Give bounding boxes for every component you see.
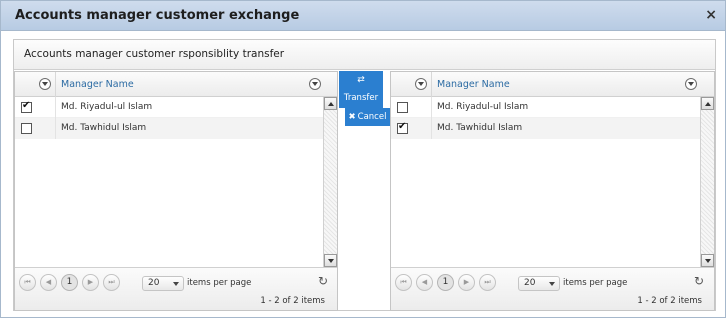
cancel-label: Cancel [357,112,387,122]
transfer-panel: Accounts manager customer rsponsiblity t… [13,39,716,311]
column-divider [431,72,432,97]
panel-header: Accounts manager customer rsponsiblity t… [14,40,715,70]
page-size-value: 20 [524,278,536,288]
current-page-number[interactable]: 1 [61,274,78,291]
left-manager-name-header[interactable]: Manager Name [61,79,134,90]
close-icon[interactable]: × [705,7,717,23]
items-per-page-label: items per page [187,278,252,288]
manager-name-cell: Md. Riyadul-ul Islam [437,102,529,112]
refresh-icon[interactable]: ↻ [694,274,704,288]
page-size-select[interactable]: 20 [518,276,560,291]
table-row[interactable]: Md. Tawhidul Islam [15,118,323,139]
filter-icon[interactable] [309,78,321,90]
prev-page-icon[interactable]: ◀ [40,274,57,291]
first-page-icon[interactable]: ⏮ [395,274,412,291]
right-manager-grid: Manager Name Md. Riyadul-ul Islam Md. Ta… [390,71,715,311]
refresh-icon[interactable]: ↻ [318,274,328,288]
left-manager-grid: Manager Name Md. Riyadul-ul Islam Md. Ta… [14,71,338,311]
scroll-up-icon[interactable] [701,97,714,110]
filter-icon[interactable] [415,78,427,90]
transfer-button[interactable]: ⇄ Transfer [339,71,383,108]
row-checkbox[interactable] [397,121,408,134]
manager-name-cell: Md. Tawhidul Islam [61,123,147,133]
right-manager-name-header[interactable]: Manager Name [437,79,510,90]
manager-name-cell: Md. Tawhidul Islam [437,123,523,133]
row-checkbox[interactable] [21,100,32,113]
chevron-down-icon [549,282,555,286]
right-grid-header: Manager Name [391,72,714,97]
vertical-scrollbar[interactable] [323,97,337,267]
left-grid-pager: ⏮ ◀ 1 ▶ ⏭ 20 items per page ↻ 1 - 2 of 2… [15,267,337,310]
table-row[interactable]: Md. Riyadul-ul Islam [15,97,323,118]
next-page-icon[interactable]: ▶ [458,274,475,291]
dialog-titlebar: Accounts manager customer exchange × [1,1,725,31]
manager-name-cell: Md. Riyadul-ul Islam [61,102,153,112]
scroll-down-icon[interactable] [701,254,714,267]
vertical-scrollbar[interactable] [700,97,714,267]
filter-icon[interactable] [39,78,51,90]
next-page-icon[interactable]: ▶ [82,274,99,291]
items-per-page-label: items per page [563,278,628,288]
dialog-window: Accounts manager customer exchange × Acc… [0,0,726,318]
scroll-up-icon[interactable] [324,97,337,110]
column-divider [55,72,56,97]
column-divider [431,118,432,139]
scroll-down-icon[interactable] [324,254,337,267]
close-icon: ✖ [348,112,356,122]
chevron-down-icon [173,282,179,286]
row-checkbox[interactable] [397,102,408,113]
panel-subtitle: Accounts manager customer rsponsiblity t… [24,48,285,60]
right-grid-pager: ⏮ ◀ 1 ▶ ⏭ 20 items per page ↻ 1 - 2 of 2… [391,267,714,310]
column-divider [55,118,56,139]
first-page-icon[interactable]: ⏮ [19,274,36,291]
column-divider [55,97,56,118]
transfer-icon: ⇄ [357,75,365,85]
dialog-title: Accounts manager customer exchange [15,8,300,23]
column-divider [431,97,432,118]
filter-icon[interactable] [685,78,697,90]
transfer-actions: ⇄ Transfer ✖ Cancel [339,71,390,311]
last-page-icon[interactable]: ⏭ [103,274,120,291]
page-size-select[interactable]: 20 [142,276,184,291]
page-size-value: 20 [148,278,160,288]
last-page-icon[interactable]: ⏭ [479,274,496,291]
transfer-label: Transfer [343,93,379,103]
current-page-number[interactable]: 1 [437,274,454,291]
pager-info: 1 - 2 of 2 items [260,296,325,306]
prev-page-icon[interactable]: ◀ [416,274,433,291]
left-grid-header: Manager Name [15,72,337,97]
row-checkbox[interactable] [21,123,32,134]
cancel-button[interactable]: ✖ Cancel [345,108,390,126]
table-row[interactable]: Md. Riyadul-ul Islam [391,97,700,118]
table-row[interactable]: Md. Tawhidul Islam [391,118,700,139]
pager-info: 1 - 2 of 2 items [637,296,702,306]
